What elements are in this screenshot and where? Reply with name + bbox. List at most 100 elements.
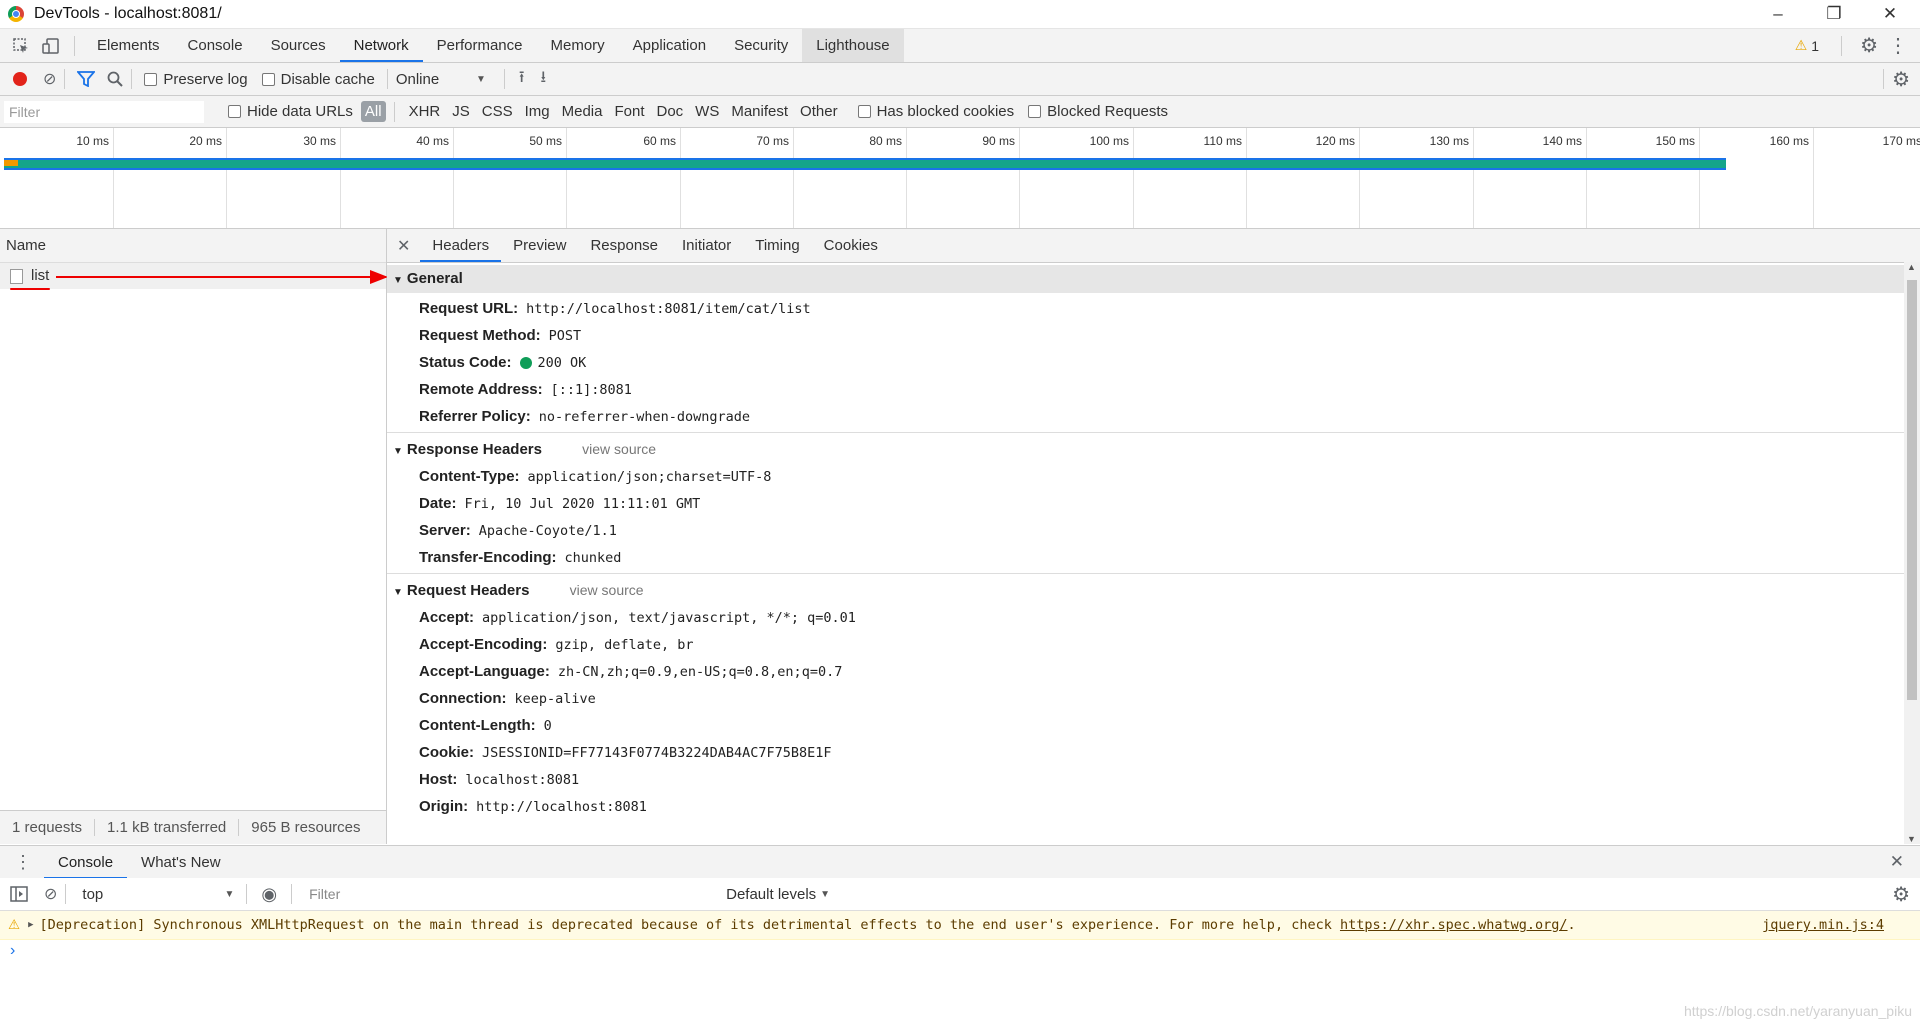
timeline-tick-label: 130 ms bbox=[1429, 134, 1469, 148]
detail-tab-preview[interactable]: Preview bbox=[501, 229, 578, 262]
close-detail-icon[interactable]: ✕ bbox=[397, 236, 410, 256]
header-key: Server: bbox=[419, 522, 471, 539]
watermark: https://blog.csdn.net/yaranyuan_piku bbox=[1683, 1003, 1912, 1019]
console-toolbar: ⊘ top ▼ ◉ Filter Default levels ▼ ⚙ bbox=[0, 878, 1920, 911]
request-headers-section-header[interactable]: ▼ Request Headers view source bbox=[387, 576, 1904, 604]
header-row: Accept-Language: zh-CN,zh;q=0.9,en-US;q=0… bbox=[387, 658, 1904, 685]
tab-console[interactable]: Console bbox=[174, 29, 257, 62]
tab-elements[interactable]: Elements bbox=[83, 29, 174, 62]
search-icon[interactable] bbox=[107, 71, 124, 87]
response-headers-section-header[interactable]: ▼ Response Headers view source bbox=[387, 435, 1904, 463]
device-toolbar-icon[interactable] bbox=[36, 37, 66, 55]
network-settings-gear-icon[interactable]: ⚙ bbox=[1892, 67, 1910, 92]
filter-icon[interactable] bbox=[77, 71, 96, 87]
tab-network[interactable]: Network bbox=[339, 29, 423, 62]
blocked-requests-checkbox[interactable] bbox=[1028, 105, 1042, 118]
console-settings-gear-icon[interactable]: ⚙ bbox=[1892, 882, 1910, 907]
close-drawer-icon[interactable]: ✕ bbox=[1890, 852, 1904, 872]
tab-lighthouse[interactable]: Lighthouse bbox=[802, 29, 904, 62]
filter-type-all[interactable]: All bbox=[360, 101, 386, 122]
tab-performance[interactable]: Performance bbox=[423, 29, 537, 62]
expand-triangle-icon[interactable]: ▶ bbox=[28, 911, 33, 939]
source-location-link[interactable]: jquery.min.js:4 bbox=[1762, 911, 1884, 939]
filter-type-xhr[interactable]: XHR bbox=[403, 103, 447, 120]
has-blocked-cookies-checkbox[interactable] bbox=[857, 105, 871, 118]
filter-type-ws[interactable]: WS bbox=[689, 103, 725, 120]
console-filter-input[interactable]: Filter bbox=[304, 883, 715, 905]
drawer-tab-console[interactable]: Console bbox=[44, 846, 128, 879]
filter-type-img[interactable]: Img bbox=[519, 103, 556, 120]
detail-tab-response[interactable]: Response bbox=[578, 229, 670, 262]
filter-type-doc[interactable]: Doc bbox=[650, 103, 689, 120]
hide-data-urls-checkbox[interactable] bbox=[228, 105, 241, 118]
header-value: zh-CN,zh;q=0.9,en-US;q=0.8,en;q=0.7 bbox=[557, 664, 843, 680]
filter-type-manifest[interactable]: Manifest bbox=[725, 103, 794, 120]
more-options-icon[interactable]: ⋮ bbox=[1888, 33, 1908, 58]
export-har-icon[interactable]: ⭳ bbox=[540, 66, 546, 93]
tab-sources[interactable]: Sources bbox=[257, 29, 340, 62]
drawer-tab-what-s-new[interactable]: What's New bbox=[127, 846, 235, 879]
detail-scrollbar[interactable]: ▲ ▼ bbox=[1904, 262, 1920, 844]
header-key: Accept-Language: bbox=[419, 663, 550, 680]
log-levels-select[interactable]: Default levels ▼ bbox=[726, 886, 830, 903]
detail-tab-initiator[interactable]: Initiator bbox=[670, 229, 743, 262]
filter-type-other[interactable]: Other bbox=[794, 103, 844, 120]
header-value: Fri, 10 Jul 2020 11:11:01 GMT bbox=[464, 496, 701, 512]
detail-tab-timing[interactable]: Timing bbox=[743, 229, 811, 262]
disable-cache-checkbox[interactable] bbox=[261, 72, 275, 86]
timeline-tick-label: 20 ms bbox=[189, 134, 222, 148]
context-select[interactable]: top ▼ bbox=[74, 886, 234, 903]
drawer-menu-icon[interactable]: ⋮ bbox=[14, 852, 32, 873]
detail-tab-headers[interactable]: Headers bbox=[420, 229, 502, 262]
live-expression-eye-icon[interactable]: ◉ bbox=[261, 884, 277, 905]
divider bbox=[74, 35, 75, 56]
timeline-tick-label: 170 ms bbox=[1882, 134, 1920, 148]
filter-input[interactable]: Filter bbox=[4, 100, 204, 123]
timeline-gridline bbox=[1133, 128, 1134, 228]
detail-tab-cookies[interactable]: Cookies bbox=[812, 229, 890, 262]
name-column-header[interactable]: Name bbox=[0, 229, 386, 263]
header-key: Transfer-Encoding: bbox=[419, 549, 557, 566]
window-title-bar: DevTools - localhost:8081/ – ❐ ✕ bbox=[0, 0, 1920, 29]
record-icon[interactable] bbox=[13, 72, 27, 86]
status-ok-dot-icon bbox=[519, 357, 532, 370]
header-row: Date: Fri, 10 Jul 2020 11:11:01 GMT bbox=[387, 490, 1904, 517]
detail-tabs: ✕ Headers Preview Response Initiator Timing C… bbox=[387, 229, 1920, 263]
minimize-button[interactable]: – bbox=[1750, 0, 1806, 28]
clear-console-icon[interactable]: ⊘ bbox=[44, 884, 57, 904]
response-view-source-link[interactable]: view source bbox=[582, 441, 656, 457]
divider bbox=[291, 884, 293, 904]
timeline-gridline bbox=[1359, 128, 1360, 228]
scrollbar-thumb[interactable] bbox=[1907, 280, 1917, 700]
console-prompt-icon[interactable]: › bbox=[10, 942, 15, 960]
header-key: Accept: bbox=[419, 609, 475, 626]
header-key: Remote Address: bbox=[419, 381, 543, 398]
tab-application[interactable]: Application bbox=[619, 29, 720, 62]
sidebar-toggle-icon[interactable] bbox=[10, 886, 28, 902]
filter-type-js[interactable]: JS bbox=[446, 103, 476, 120]
close-window-button[interactable]: ✕ bbox=[1862, 0, 1918, 28]
timeline-tick-label: 90 ms bbox=[982, 134, 1015, 148]
request-view-source-link[interactable]: view source bbox=[570, 582, 644, 598]
inspect-element-icon[interactable] bbox=[6, 37, 36, 55]
import-har-icon[interactable]: ⭱ bbox=[519, 66, 525, 93]
divider bbox=[503, 69, 505, 89]
filter-type-font[interactable]: Font bbox=[608, 103, 650, 120]
clear-icon[interactable]: ⊘ bbox=[43, 69, 56, 89]
divider bbox=[387, 573, 1904, 574]
timeline-tick-label: 40 ms bbox=[416, 134, 449, 148]
preserve-log-checkbox[interactable] bbox=[144, 72, 158, 86]
general-section-header[interactable]: ▼ General bbox=[387, 265, 1904, 293]
warning-count[interactable]: 1 bbox=[1811, 38, 1819, 54]
filter-type-css[interactable]: CSS bbox=[476, 103, 519, 120]
throttling-select[interactable]: Online ▼ bbox=[396, 71, 486, 88]
restore-button[interactable]: ❐ bbox=[1806, 0, 1862, 28]
network-overview-timeline[interactable]: 10 ms 20 ms 30 ms 40 ms 50 ms 60 ms 70 ms 80 ms… bbox=[0, 128, 1920, 229]
resources-size: 965 B resources bbox=[251, 819, 361, 836]
tab-security[interactable]: Security bbox=[720, 29, 802, 62]
tab-memory[interactable]: Memory bbox=[537, 29, 619, 62]
filter-type-media[interactable]: Media bbox=[556, 103, 609, 120]
settings-gear-icon[interactable]: ⚙ bbox=[1860, 33, 1878, 58]
spec-link[interactable]: https://xhr.spec.whatwg.org/ bbox=[1340, 911, 1568, 939]
header-key: Content-Length: bbox=[419, 717, 536, 734]
